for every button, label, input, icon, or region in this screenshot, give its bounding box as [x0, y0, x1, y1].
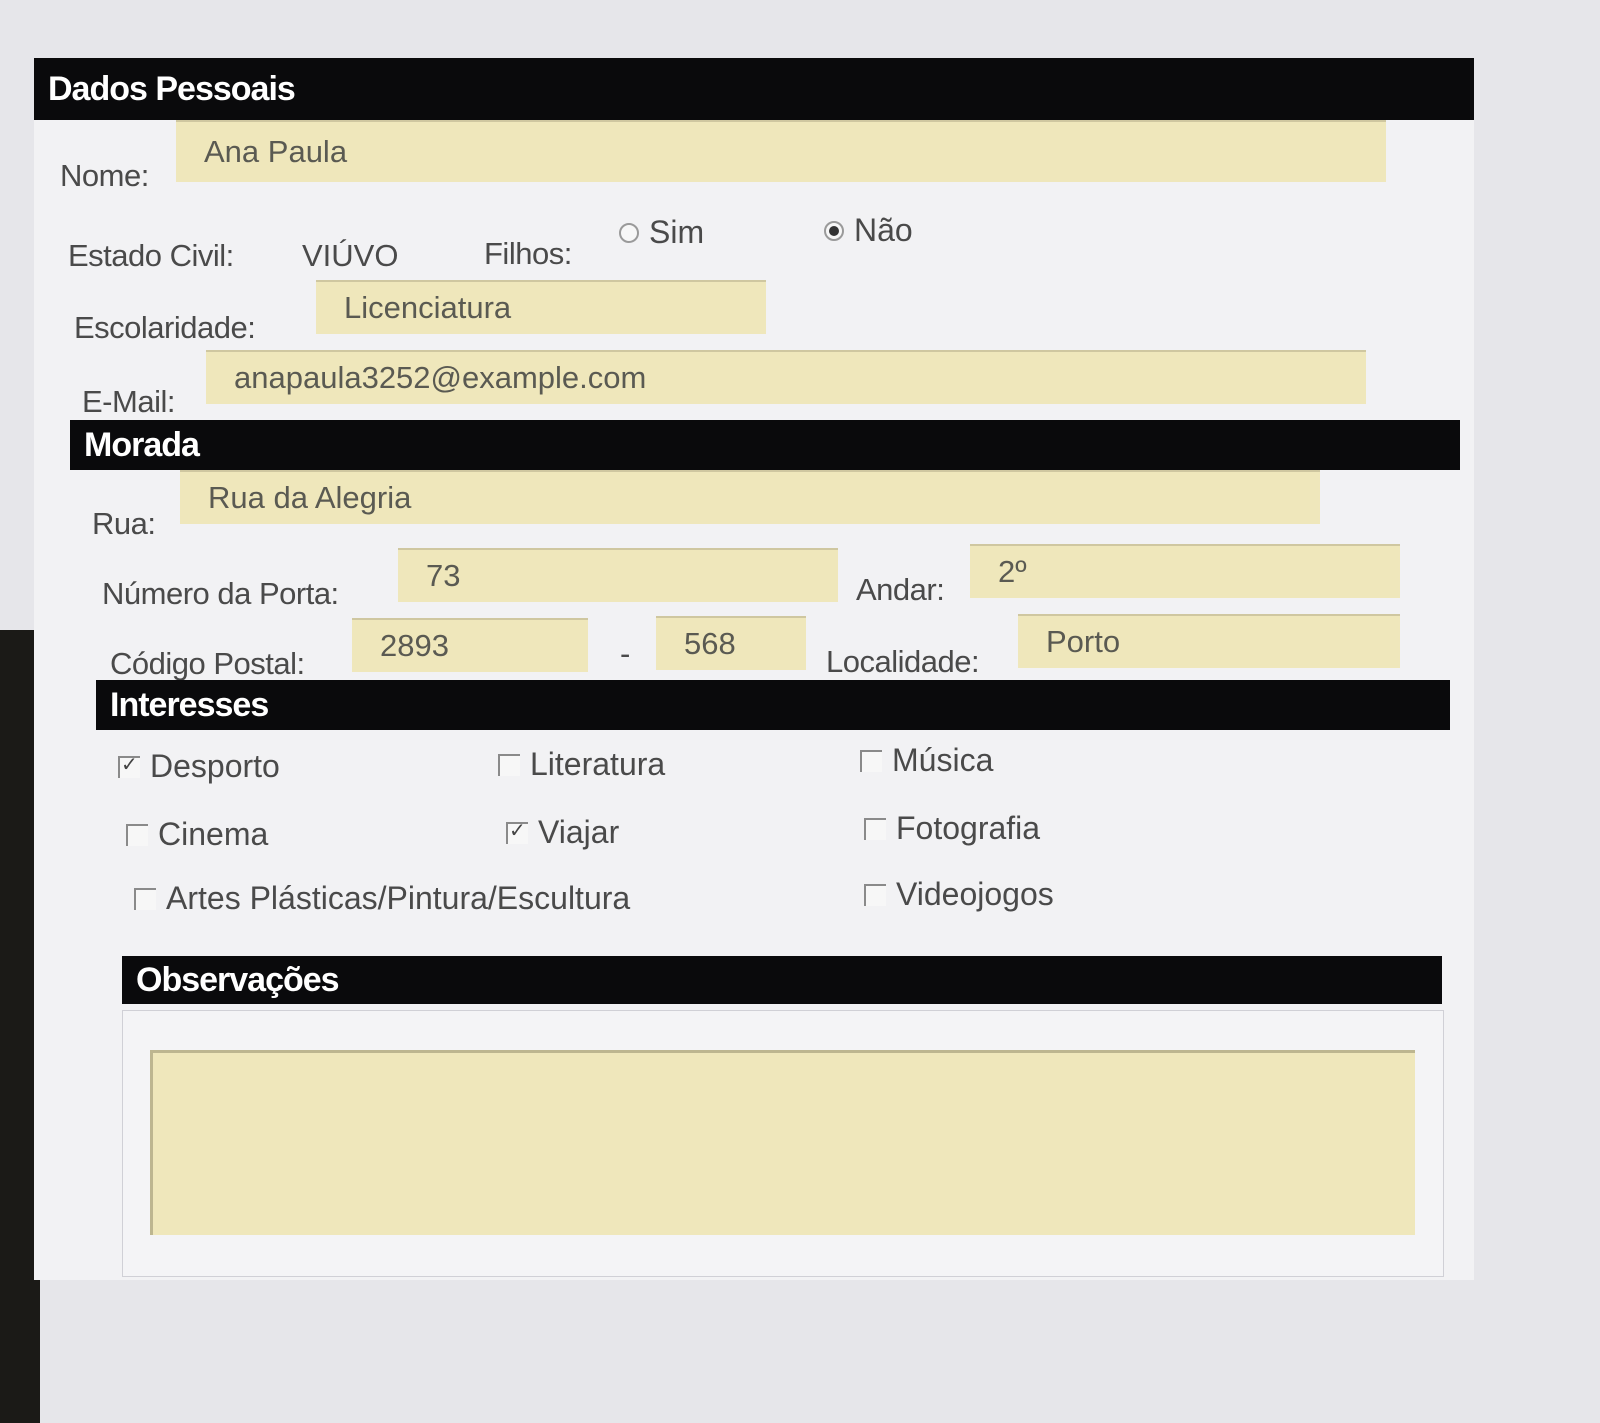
- postal-code-label: Código Postal:: [110, 646, 305, 681]
- checkbox-label: Videojogos: [896, 876, 1054, 912]
- interest-videojogos-checkbox[interactable]: Videojogos: [864, 876, 1054, 913]
- interest-cinema-checkbox[interactable]: Cinema: [126, 816, 268, 853]
- education-input[interactable]: [316, 280, 766, 334]
- section-title: Observações: [136, 960, 340, 999]
- door-number-input[interactable]: [398, 548, 838, 602]
- email-input[interactable]: [206, 350, 1366, 404]
- checkbox-box[interactable]: [498, 753, 520, 776]
- radio-circle[interactable]: [619, 222, 639, 243]
- locality-label: Localidade:: [826, 644, 980, 679]
- children-label: Filhos:: [484, 236, 572, 271]
- section-header-notes: Observações: [122, 956, 1442, 1004]
- email-label: E-Mail:: [82, 384, 175, 419]
- checkbox-box[interactable]: [864, 883, 886, 906]
- name-label: Nome:: [60, 158, 149, 193]
- checkbox-box[interactable]: [860, 749, 882, 772]
- notes-textarea[interactable]: [150, 1050, 1415, 1235]
- interest-viajar-checkbox[interactable]: Viajar: [506, 814, 619, 851]
- section-title: Interesses: [110, 685, 269, 724]
- children-yes-radio[interactable]: Sim: [619, 214, 704, 251]
- checkbox-box[interactable]: [134, 887, 156, 910]
- postal-code-part2-input[interactable]: [656, 616, 806, 670]
- interest-literatura-checkbox[interactable]: Literatura: [498, 746, 665, 783]
- children-no-radio[interactable]: Não: [824, 212, 913, 249]
- checkbox-label: Fotografia: [896, 810, 1041, 846]
- interest-desporto-checkbox[interactable]: Desporto: [118, 748, 280, 785]
- locality-input[interactable]: [1018, 614, 1400, 668]
- civil-status-value: VIÚVO: [302, 238, 399, 273]
- floor-input[interactable]: [970, 544, 1400, 598]
- section-title: Morada: [84, 425, 200, 464]
- radio-label: Sim: [649, 214, 705, 250]
- checkbox-label: Viajar: [538, 814, 620, 850]
- checkbox-label: Cinema: [158, 816, 269, 852]
- radio-label: Não: [854, 212, 913, 248]
- name-input[interactable]: [176, 120, 1386, 182]
- door-number-label: Número da Porta:: [102, 576, 339, 611]
- civil-status-label: Estado Civil:: [68, 238, 234, 273]
- radio-circle[interactable]: [824, 220, 844, 241]
- postal-code-separator: -: [620, 636, 630, 671]
- checkbox-box[interactable]: [118, 752, 140, 778]
- section-title: Dados Pessoais: [48, 69, 296, 108]
- checkbox-box[interactable]: [126, 823, 148, 846]
- section-header-interests: Interesses: [96, 680, 1450, 730]
- street-label: Rua:: [92, 506, 156, 541]
- checkbox-box[interactable]: [864, 817, 886, 840]
- postal-code-part1-input[interactable]: [352, 618, 588, 672]
- checkbox-box[interactable]: [506, 818, 528, 844]
- education-label: Escolaridade:: [74, 310, 256, 345]
- checkbox-label: Literatura: [530, 746, 666, 782]
- interest-artes-checkbox[interactable]: Artes Plásticas/Pintura/Escultura: [134, 880, 630, 917]
- floor-label: Andar:: [856, 572, 945, 607]
- section-header-personal: Dados Pessoais: [34, 58, 1474, 120]
- checkbox-label: Artes Plásticas/Pintura/Escultura: [166, 880, 631, 916]
- checkbox-label: Desporto: [150, 748, 280, 784]
- section-header-address: Morada: [70, 420, 1460, 470]
- checkbox-label: Música: [892, 742, 994, 778]
- interest-fotografia-checkbox[interactable]: Fotografia: [864, 810, 1040, 847]
- street-input[interactable]: [180, 470, 1320, 524]
- interest-musica-checkbox[interactable]: Música: [860, 742, 993, 779]
